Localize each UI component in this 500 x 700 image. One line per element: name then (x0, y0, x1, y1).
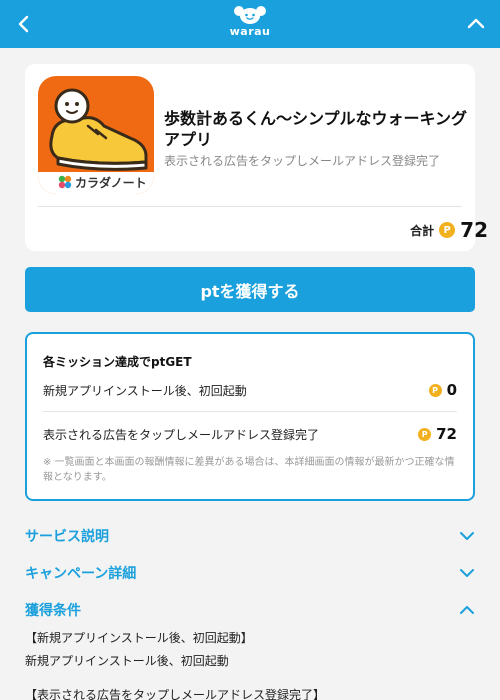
app-subtitle: 表示される広告をタップしメールアドレス登録完了 (164, 154, 441, 168)
accordion-service-description[interactable]: サービス説明 (25, 524, 475, 548)
point-coin-icon: P (428, 383, 442, 397)
warau-logo[interactable]: warau (210, 4, 290, 44)
accordion-label: キャンペーン詳細 (25, 566, 137, 582)
app-card: カラダノート 歩数計あるくん〜シンプルなウォーキングアプリ 表示される広告をタッ… (25, 64, 475, 251)
total-points: 合計 P 72 (410, 216, 488, 244)
logo-text: warau (229, 25, 271, 38)
divider (38, 206, 462, 207)
mission-points-value: 0 (446, 381, 457, 399)
accordion-label: サービス説明 (25, 529, 109, 545)
condition-heading: 【表示される広告をタップしメールアドレス登録完了】 (25, 688, 326, 700)
total-value: 72 (460, 218, 488, 242)
chevron-up-icon (467, 18, 485, 29)
chevron-down-icon (460, 569, 474, 577)
divider (43, 411, 457, 412)
condition-text: 新規アプリインストール後、初回起動 (25, 654, 229, 668)
mission-row: 表示される広告をタップしメールアドレス登録完了 P 72 (43, 424, 457, 444)
back-button[interactable] (0, 0, 48, 48)
logo-mark-icon (234, 6, 266, 24)
mission-note: ※ 一覧画面と本画面の報酬情報に差異がある場合は、本詳細画面の情報が最新かつ正確… (43, 457, 455, 483)
mission-points-value: 72 (436, 425, 457, 443)
icon-brand-label: カラダノート (75, 176, 147, 190)
mission-label: 新規アプリインストール後、初回起動 (43, 383, 247, 398)
chevron-left-icon (18, 15, 29, 33)
chevron-up-icon (460, 606, 474, 614)
app-title: 歩数計あるくん〜シンプルなウォーキングアプリ (164, 109, 468, 149)
collapse-button[interactable] (452, 0, 500, 48)
mission-label: 表示される広告をタップしメールアドレス登録完了 (43, 427, 320, 442)
condition-heading: 【新規アプリインストール後、初回起動】 (25, 631, 253, 645)
point-coin-icon: P (439, 222, 456, 238)
mission-row: 新規アプリインストール後、初回起動 P 0 (43, 380, 457, 400)
accordion-acquisition-conditions[interactable]: 獲得条件 (25, 598, 475, 622)
accordion-label: 獲得条件 (25, 603, 81, 619)
point-coin-icon: P (418, 427, 432, 441)
mission-box: 各ミッション達成でptGET 新規アプリインストール後、初回起動 P 0 表示さ… (25, 332, 475, 501)
mission-points: P 0 (428, 381, 457, 399)
chevron-down-icon (460, 532, 474, 540)
total-label: 合計 (410, 223, 435, 238)
mission-points: P 72 (418, 425, 457, 443)
app-icon[interactable]: カラダノート (38, 76, 154, 194)
get-points-button[interactable]: ptを獲得する (25, 267, 475, 312)
app-header: warau (0, 0, 500, 48)
accordion-campaign-details[interactable]: キャンペーン詳細 (25, 561, 475, 585)
mission-title: 各ミッション達成でptGET (43, 355, 192, 369)
